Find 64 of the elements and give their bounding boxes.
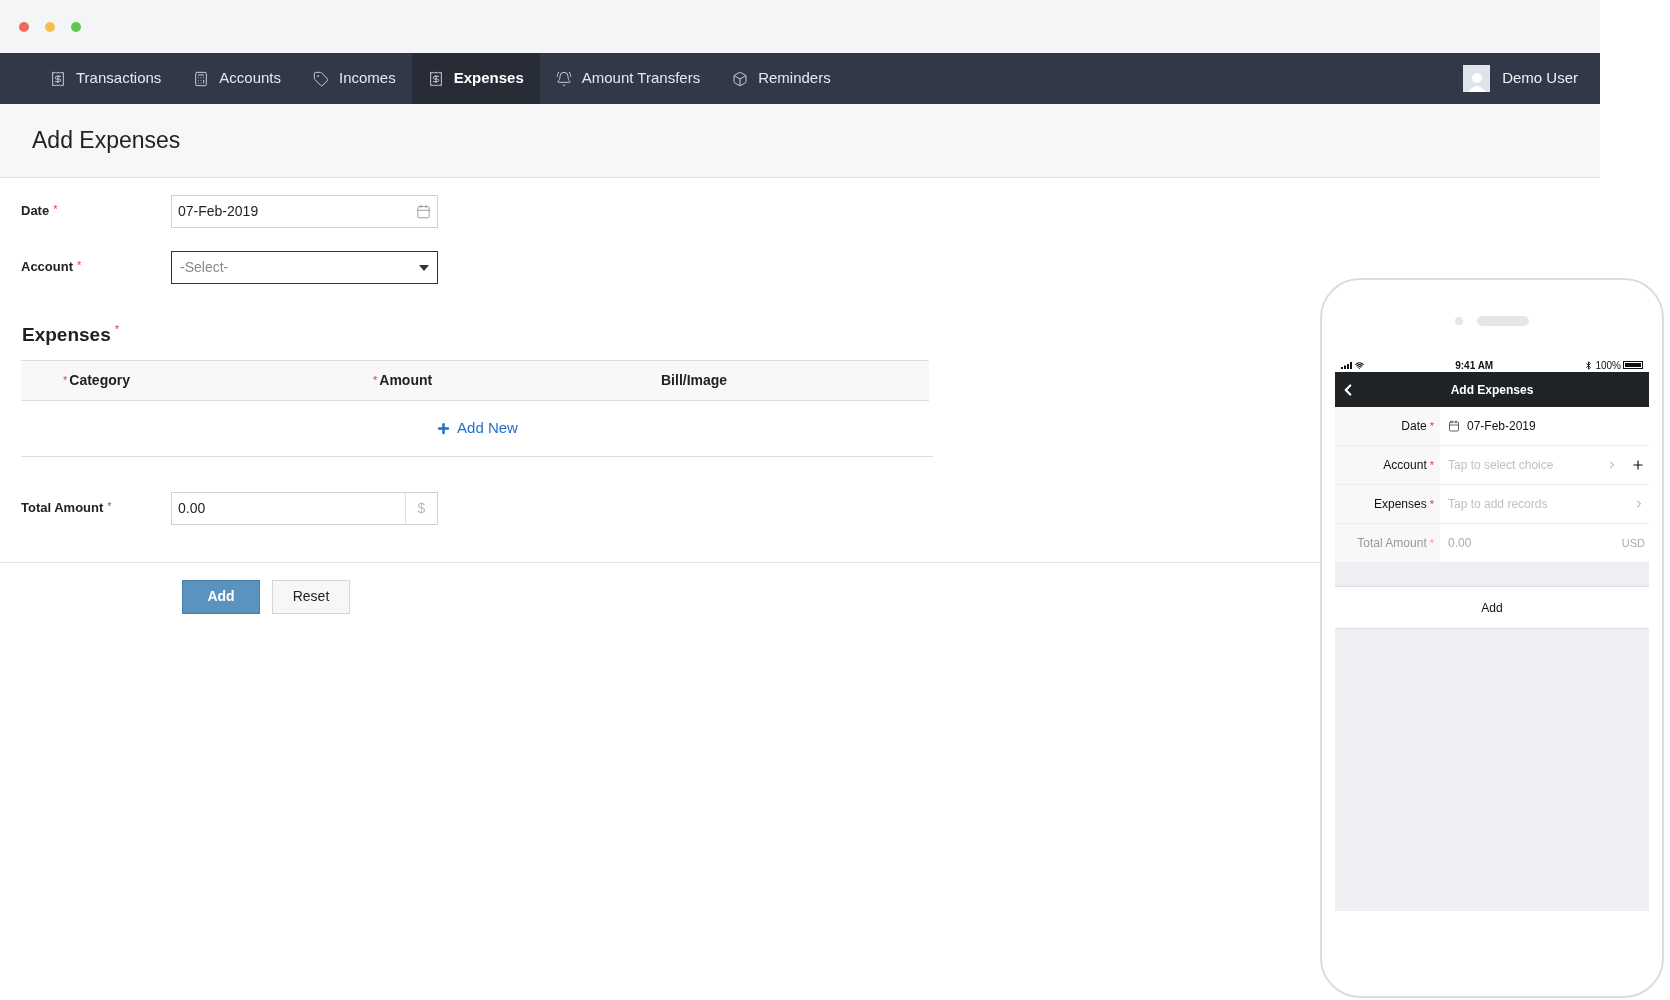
column-header: Bill/Image <box>661 370 728 390</box>
bell-icon <box>555 70 572 87</box>
currency-suffix: USD <box>1621 535 1645 551</box>
bluetooth-icon <box>1584 360 1594 370</box>
mobile-form-row[interactable]: Date * 07-Feb-2019 <box>1335 407 1649 446</box>
cube-icon <box>732 70 749 87</box>
page-title: Add Expenses <box>32 126 181 156</box>
required-asterisk: * <box>114 322 119 337</box>
required-asterisk: * <box>373 372 378 388</box>
avatar-icon <box>1463 65 1491 92</box>
add-new-link[interactable]: Add New <box>436 416 518 440</box>
total-amount-field[interactable]: 0.00 $ <box>171 491 438 525</box>
required-asterisk: * <box>1429 535 1434 551</box>
phone-camera <box>1455 317 1463 325</box>
required-asterisk: * <box>1429 457 1434 473</box>
calendar-icon <box>416 204 431 219</box>
mobile-field-label: Total Amount <box>1357 535 1427 552</box>
field-label: Account <box>21 258 73 276</box>
nav-tab[interactable]: Expenses <box>411 53 540 104</box>
mobile-field-label: Account <box>1383 457 1427 474</box>
tag-icon <box>313 70 329 87</box>
required-asterisk: * <box>63 372 68 388</box>
account-select[interactable]: -Select- <box>171 251 438 284</box>
required-asterisk: * <box>1429 496 1434 512</box>
calculator-icon <box>193 70 210 87</box>
mobile-form-row[interactable]: Expenses * Tap to add records <box>1335 485 1649 524</box>
user-name[interactable]: Demo User <box>1502 67 1578 90</box>
mobile-field-placeholder: Tap to add records <box>1448 496 1549 513</box>
nav-tab[interactable]: Amount Transfers <box>539 53 717 104</box>
dropdown-caret-icon <box>419 264 429 271</box>
required-asterisk: * <box>77 258 82 273</box>
required-asterisk: * <box>1429 418 1434 434</box>
mobile-field-placeholder: Tap to select choice <box>1448 457 1555 474</box>
calendar-icon <box>1448 420 1460 432</box>
wifi-icon <box>1355 360 1364 370</box>
mobile-title: Add Expenses <box>1449 381 1535 399</box>
status-time: 9:41 AM <box>1455 358 1494 373</box>
nav-tab[interactable]: Reminders <box>716 53 847 104</box>
field-label: Total Amount <box>21 498 104 517</box>
receipt-icon <box>427 70 444 87</box>
date-field[interactable]: 07-Feb-2019 <box>171 195 438 228</box>
plus-icon[interactable] <box>1631 458 1645 472</box>
nav-tab[interactable]: Incomes <box>297 53 412 104</box>
nav-tab[interactable]: Accounts <box>177 53 297 104</box>
receipt-icon <box>50 70 66 87</box>
nav-tab[interactable]: Transactions <box>34 53 178 104</box>
plus-icon <box>436 420 452 436</box>
battery-percent: 100% <box>1595 358 1621 373</box>
mobile-field-label: Date <box>1401 418 1427 435</box>
column-header: Amount <box>379 370 433 390</box>
phone-speaker <box>1477 316 1529 326</box>
field-label: Date <box>21 202 50 220</box>
required-asterisk: * <box>53 202 58 217</box>
mobile-field-value: 07-Feb-2019 <box>1467 418 1536 435</box>
section-title: Expenses <box>22 323 111 347</box>
mobile-field-placeholder: 0.00 <box>1448 535 1473 552</box>
battery-icon <box>1623 361 1643 369</box>
required-asterisk: * <box>107 498 112 514</box>
column-header: Category <box>69 370 130 390</box>
mobile-field-label: Expenses <box>1374 496 1427 513</box>
reset-button[interactable]: Reset <box>272 579 350 614</box>
mobile-form-row[interactable]: Account * Tap to select choice <box>1335 446 1649 485</box>
signal-icon <box>1341 361 1353 369</box>
currency-addon: $ <box>405 492 437 524</box>
